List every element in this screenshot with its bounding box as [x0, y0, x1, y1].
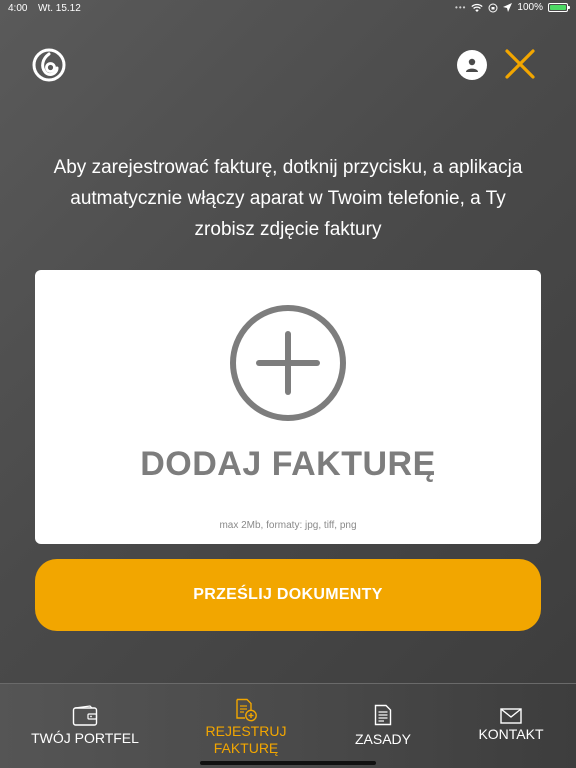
tab-wallet[interactable]: TWÓJ PORTFEL [20, 684, 150, 764]
location-icon [503, 3, 513, 12]
battery-icon [548, 3, 570, 12]
file-format-note: max 2Mb, formaty: jpg, tiff, png [219, 520, 357, 531]
tab-register-invoice[interactable]: REJESTRUJ FAKTURĘ [186, 684, 306, 764]
close-icon[interactable] [504, 48, 536, 80]
tab-contact[interactable]: KONTAKT [468, 684, 554, 764]
status-date: Wt. 15.12 [38, 3, 81, 14]
instructions-text: Aby zarejestrować fakturę, dotknij przyc… [53, 157, 523, 240]
rotation-lock-icon [488, 3, 498, 12]
tab-contact-label: KONTAKT [478, 726, 544, 742]
user-account-button[interactable] [457, 50, 487, 80]
bottom-tab-bar: TWÓJ PORTFEL REJESTRUJ FAKTURĘ ZASADY KO… [0, 683, 576, 768]
home-indicator[interactable] [200, 761, 376, 765]
wifi-icon [471, 3, 484, 12]
battery-percent: 100% [517, 2, 543, 13]
status-bar: 4:00 Wt. 15.12 ••• 100% [0, 0, 576, 18]
tab-register-label-line1: REJESTRUJ [205, 723, 287, 739]
tab-rules[interactable]: ZASADY [338, 684, 428, 764]
tab-rules-label: ZASADY [354, 731, 411, 747]
header [0, 18, 576, 115]
tab-register-label-line2: FAKTURĘ [213, 740, 279, 756]
user-icon [466, 58, 478, 72]
wallet-icon [72, 705, 98, 726]
status-time: 4:00 [8, 3, 28, 14]
plus-circle-icon [230, 305, 346, 421]
brand-logo-icon[interactable] [32, 48, 66, 82]
envelope-icon [500, 708, 522, 724]
status-icons: ••• 100% [455, 2, 570, 13]
add-invoice-title: DODAJ FAKTURĘ [140, 445, 436, 483]
submit-documents-button[interactable]: PRZEŚLIJ DOKUMENTY [35, 559, 541, 631]
document-icon [374, 704, 392, 726]
more-dots-icon: ••• [455, 3, 467, 12]
add-document-icon [236, 698, 257, 722]
tab-wallet-label: TWÓJ PORTFEL [31, 730, 139, 746]
add-invoice-card[interactable]: DODAJ FAKTURĘ max 2Mb, formaty: jpg, tif… [35, 270, 541, 544]
